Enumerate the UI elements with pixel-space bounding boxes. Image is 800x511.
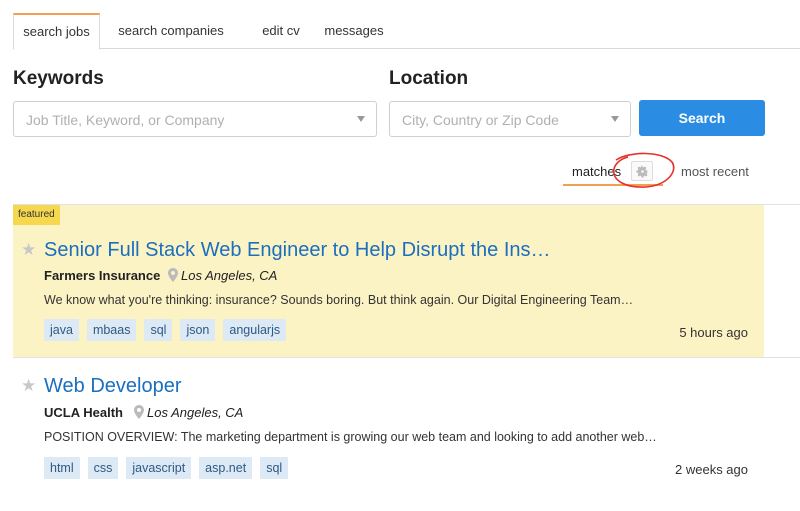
star-icon[interactable]: ★ [21, 240, 36, 260]
skill-tag[interactable]: css [87, 457, 119, 479]
job-title-link[interactable]: Senior Full Stack Web Engineer to Help D… [44, 239, 551, 262]
location-pin-icon [168, 268, 178, 282]
keywords-input[interactable] [26, 110, 348, 130]
dropdown-caret-icon[interactable] [357, 116, 365, 122]
skill-tag[interactable]: html [44, 457, 80, 479]
keywords-label: Keywords [13, 68, 104, 89]
skill-tags: java mbaas sql json angularjs [44, 319, 287, 341]
company-name: Farmers Insurance [44, 268, 161, 283]
skill-tag[interactable]: angularjs [223, 319, 287, 341]
skill-tag[interactable]: json [180, 319, 216, 341]
keywords-field[interactable] [13, 101, 377, 137]
location-label: Location [389, 68, 469, 89]
featured-badge: featured [13, 205, 60, 225]
tab-search-jobs[interactable]: search jobs [13, 13, 100, 50]
skill-tag[interactable]: asp.net [199, 457, 253, 479]
star-icon[interactable]: ★ [21, 376, 36, 396]
tab-messages[interactable]: messages [316, 13, 392, 49]
job-location: Los Angeles, CA [147, 405, 244, 420]
skill-tag[interactable]: javascript [126, 457, 192, 479]
job-description: We know what you're thinking: insurance?… [44, 293, 634, 307]
posted-time: 5 hours ago [679, 325, 748, 340]
skill-tag[interactable]: sql [260, 457, 289, 479]
location-field[interactable] [389, 101, 631, 137]
annotation-circle [613, 152, 675, 188]
skill-tag[interactable]: java [44, 319, 79, 341]
tab-search-companies[interactable]: search companies [109, 13, 233, 49]
sort-most-recent-tab[interactable]: most recent [681, 164, 749, 180]
job-card[interactable]: featured ★ Senior Full Stack Web Enginee… [13, 205, 764, 357]
skill-tag[interactable]: sql [144, 319, 173, 341]
skill-tags: html css javascript asp.net sql [44, 457, 289, 479]
job-location: Los Angeles, CA [181, 268, 278, 283]
posted-time: 2 weeks ago [675, 462, 748, 477]
tab-edit-cv[interactable]: edit cv [241, 13, 321, 49]
search-button[interactable]: Search [639, 100, 765, 136]
company-name: UCLA Health [44, 405, 123, 420]
location-pin-icon [134, 405, 144, 419]
job-card[interactable]: ★ Web Developer UCLA Health Los Angeles,… [13, 358, 764, 498]
skill-tag[interactable]: mbaas [86, 319, 137, 341]
nav-tabs: search jobs search companies edit cv mes… [13, 13, 800, 50]
job-description: POSITION OVERVIEW: The marketing departm… [44, 430, 657, 444]
dropdown-caret-icon[interactable] [611, 116, 619, 122]
job-title-link[interactable]: Web Developer [44, 375, 181, 398]
location-input[interactable] [402, 110, 602, 130]
